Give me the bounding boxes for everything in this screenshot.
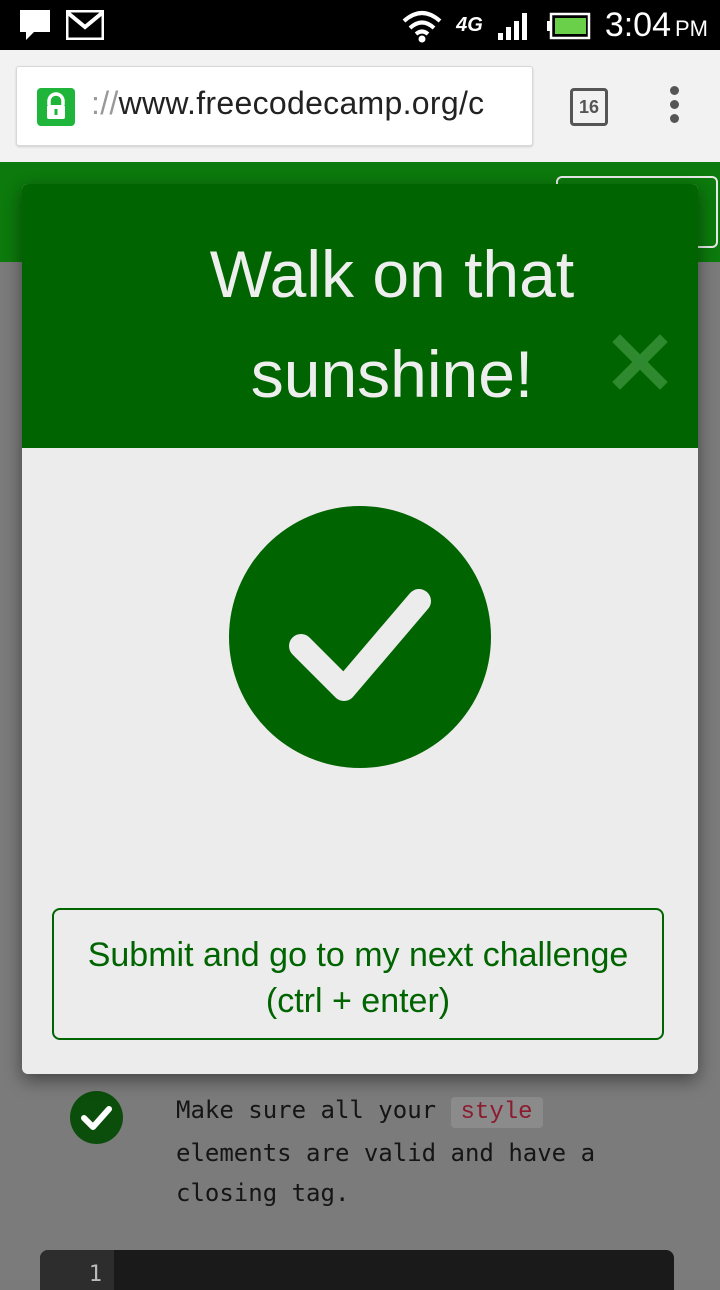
test-description: Make sure all your style elements are va…	[176, 1096, 596, 1207]
success-modal: Walk on that sunshine! Submit and go to …	[22, 184, 698, 1074]
modal-header: Walk on that sunshine!	[22, 184, 698, 448]
test-passed-icon	[70, 1091, 123, 1144]
success-check-icon	[229, 506, 491, 768]
signal-icon	[497, 12, 527, 40]
modal-title: Walk on that sunshine!	[209, 237, 575, 411]
editor-gutter: 1	[40, 1250, 114, 1290]
clock: 3:04 PM	[604, 6, 708, 44]
battery-icon	[546, 12, 591, 39]
status-bar: 4G 3:04 PM	[0, 0, 720, 50]
lock-icon	[37, 88, 75, 126]
chat-icon	[20, 10, 50, 40]
wifi-icon	[402, 10, 442, 42]
code-snippet: style	[450, 1097, 543, 1128]
network-type-label: 4G	[456, 14, 483, 36]
gmail-icon	[66, 10, 104, 40]
url-text: ://www.freecodecamp.org/c	[91, 85, 485, 121]
tab-switcher-button[interactable]: 16	[570, 88, 608, 126]
code-editor[interactable]	[40, 1250, 674, 1290]
browser-toolbar: ://www.freecodecamp.org/c 16	[0, 50, 720, 162]
address-bar[interactable]: ://www.freecodecamp.org/c	[16, 66, 533, 146]
submit-next-challenge-button[interactable]: Submit and go to my next challenge (ctrl…	[52, 908, 664, 1040]
close-icon[interactable]	[612, 334, 668, 390]
overflow-menu-icon[interactable]	[666, 86, 682, 126]
